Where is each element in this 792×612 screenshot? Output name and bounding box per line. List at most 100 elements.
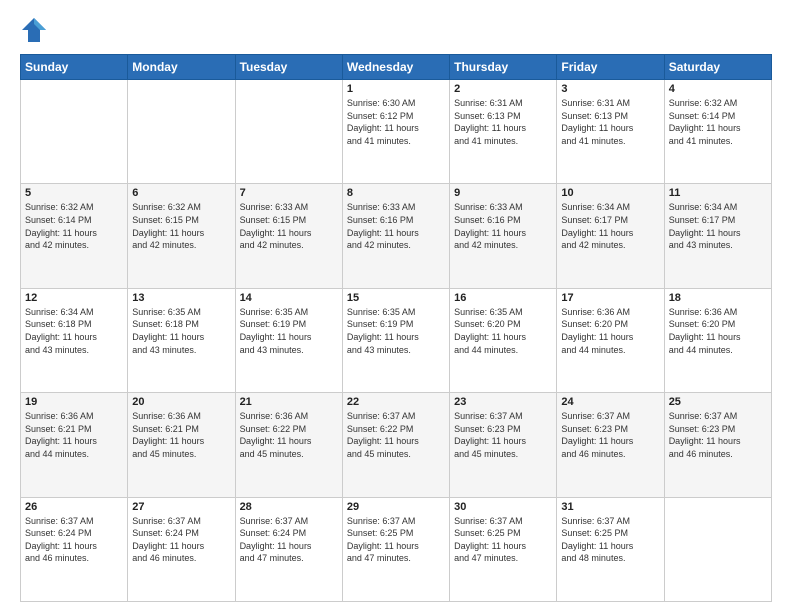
calendar-cell [21,80,128,184]
day-info: Sunrise: 6:37 AMSunset: 6:23 PMDaylight:… [561,410,659,460]
day-number: 4 [669,83,767,95]
day-number: 28 [240,501,338,513]
day-number: 21 [240,396,338,408]
calendar-cell: 22 Sunrise: 6:37 AMSunset: 6:22 PMDayligh… [342,393,449,497]
day-number: 2 [454,83,552,95]
weekday-header-thursday: Thursday [450,55,557,80]
page: SundayMondayTuesdayWednesdayThursdayFrid… [0,0,792,612]
calendar-week-row: 19 Sunrise: 6:36 AMSunset: 6:21 PMDayligh… [21,393,772,497]
calendar-cell: 6 Sunrise: 6:32 AMSunset: 6:15 PMDaylight… [128,184,235,288]
day-number: 6 [132,187,230,199]
day-info: Sunrise: 6:31 AMSunset: 6:13 PMDaylight:… [561,97,659,147]
day-info: Sunrise: 6:32 AMSunset: 6:15 PMDaylight:… [132,201,230,251]
calendar-cell: 27 Sunrise: 6:37 AMSunset: 6:24 PMDayligh… [128,497,235,601]
day-number: 17 [561,292,659,304]
calendar-table: SundayMondayTuesdayWednesdayThursdayFrid… [20,54,772,602]
calendar-cell: 13 Sunrise: 6:35 AMSunset: 6:18 PMDayligh… [128,288,235,392]
day-number: 15 [347,292,445,304]
day-info: Sunrise: 6:31 AMSunset: 6:13 PMDaylight:… [454,97,552,147]
day-number: 16 [454,292,552,304]
calendar-week-row: 1 Sunrise: 6:30 AMSunset: 6:12 PMDaylight… [21,80,772,184]
day-info: Sunrise: 6:35 AMSunset: 6:20 PMDaylight:… [454,306,552,356]
calendar-cell: 25Sunrise: 6:37 AMSunset: 6:23 PMDayligh… [664,393,771,497]
weekday-header-wednesday: Wednesday [342,55,449,80]
day-number: 18 [669,292,767,304]
day-info: Sunrise: 6:36 AMSunset: 6:20 PMDaylight:… [561,306,659,356]
day-number: 31 [561,501,659,513]
day-info: Sunrise: 6:35 AMSunset: 6:19 PMDaylight:… [240,306,338,356]
day-info: Sunrise: 6:33 AMSunset: 6:15 PMDaylight:… [240,201,338,251]
day-info: Sunrise: 6:37 AMSunset: 6:24 PMDaylight:… [25,515,123,565]
day-number: 27 [132,501,230,513]
calendar-cell: 7 Sunrise: 6:33 AMSunset: 6:15 PMDaylight… [235,184,342,288]
calendar-cell: 23Sunrise: 6:37 AMSunset: 6:23 PMDayligh… [450,393,557,497]
weekday-header-sunday: Sunday [21,55,128,80]
day-number: 30 [454,501,552,513]
day-number: 14 [240,292,338,304]
weekday-header-monday: Monday [128,55,235,80]
day-info: Sunrise: 6:37 AMSunset: 6:24 PMDaylight:… [132,515,230,565]
calendar-cell [235,80,342,184]
day-info: Sunrise: 6:37 AMSunset: 6:25 PMDaylight:… [561,515,659,565]
calendar-cell: 29 Sunrise: 6:37 AMSunset: 6:25 PMDayligh… [342,497,449,601]
header [20,16,772,44]
weekday-header-saturday: Saturday [664,55,771,80]
day-info: Sunrise: 6:37 AMSunset: 6:25 PMDaylight:… [347,515,445,565]
day-info: Sunrise: 6:34 AMSunset: 6:17 PMDaylight:… [669,201,767,251]
day-number: 11 [669,187,767,199]
calendar-cell: 8Sunrise: 6:33 AMSunset: 6:16 PMDaylight… [342,184,449,288]
calendar-cell: 31 Sunrise: 6:37 AMSunset: 6:25 PMDayligh… [557,497,664,601]
day-info: Sunrise: 6:36 AMSunset: 6:20 PMDaylight:… [669,306,767,356]
calendar-cell: 2 Sunrise: 6:31 AMSunset: 6:13 PMDaylight… [450,80,557,184]
day-number: 20 [132,396,230,408]
calendar-cell: 28 Sunrise: 6:37 AMSunset: 6:24 PMDayligh… [235,497,342,601]
day-info: Sunrise: 6:32 AMSunset: 6:14 PMDaylight:… [669,97,767,147]
calendar-cell: 5Sunrise: 6:32 AMSunset: 6:14 PMDaylight… [21,184,128,288]
day-number: 3 [561,83,659,95]
calendar-cell: 14 Sunrise: 6:35 AMSunset: 6:19 PMDayligh… [235,288,342,392]
day-info: Sunrise: 6:37 AMSunset: 6:23 PMDaylight:… [669,410,767,460]
day-number: 26 [25,501,123,513]
day-info: Sunrise: 6:36 AMSunset: 6:22 PMDaylight:… [240,410,338,460]
day-number: 1 [347,83,445,95]
calendar-week-row: 26 Sunrise: 6:37 AMSunset: 6:24 PMDayligh… [21,497,772,601]
day-info: Sunrise: 6:34 AMSunset: 6:18 PMDaylight:… [25,306,123,356]
day-number: 7 [240,187,338,199]
day-number: 13 [132,292,230,304]
day-info: Sunrise: 6:34 AMSunset: 6:17 PMDaylight:… [561,201,659,251]
weekday-header-tuesday: Tuesday [235,55,342,80]
calendar-cell [128,80,235,184]
day-info: Sunrise: 6:35 AMSunset: 6:19 PMDaylight:… [347,306,445,356]
day-info: Sunrise: 6:30 AMSunset: 6:12 PMDaylight:… [347,97,445,147]
day-number: 12 [25,292,123,304]
day-number: 5 [25,187,123,199]
day-number: 29 [347,501,445,513]
day-info: Sunrise: 6:37 AMSunset: 6:25 PMDaylight:… [454,515,552,565]
calendar-cell: 24 Sunrise: 6:37 AMSunset: 6:23 PMDayligh… [557,393,664,497]
calendar-cell: 1 Sunrise: 6:30 AMSunset: 6:12 PMDaylight… [342,80,449,184]
day-info: Sunrise: 6:37 AMSunset: 6:23 PMDaylight:… [454,410,552,460]
calendar-cell: 9 Sunrise: 6:33 AMSunset: 6:16 PMDaylight… [450,184,557,288]
calendar-cell: 11 Sunrise: 6:34 AMSunset: 6:17 PMDayligh… [664,184,771,288]
calendar-cell: 4 Sunrise: 6:32 AMSunset: 6:14 PMDaylight… [664,80,771,184]
day-info: Sunrise: 6:35 AMSunset: 6:18 PMDaylight:… [132,306,230,356]
day-info: Sunrise: 6:37 AMSunset: 6:22 PMDaylight:… [347,410,445,460]
calendar-cell: 10 Sunrise: 6:34 AMSunset: 6:17 PMDayligh… [557,184,664,288]
day-number: 24 [561,396,659,408]
calendar-week-row: 5Sunrise: 6:32 AMSunset: 6:14 PMDaylight… [21,184,772,288]
day-number: 10 [561,187,659,199]
day-number: 19 [25,396,123,408]
calendar-cell [664,497,771,601]
day-info: Sunrise: 6:37 AMSunset: 6:24 PMDaylight:… [240,515,338,565]
calendar-cell: 26 Sunrise: 6:37 AMSunset: 6:24 PMDayligh… [21,497,128,601]
calendar-cell: 20Sunrise: 6:36 AMSunset: 6:21 PMDayligh… [128,393,235,497]
day-number: 9 [454,187,552,199]
calendar-cell: 17 Sunrise: 6:36 AMSunset: 6:20 PMDayligh… [557,288,664,392]
day-number: 8 [347,187,445,199]
calendar-cell: 16 Sunrise: 6:35 AMSunset: 6:20 PMDayligh… [450,288,557,392]
weekday-header-row: SundayMondayTuesdayWednesdayThursdayFrid… [21,55,772,80]
day-info: Sunrise: 6:36 AMSunset: 6:21 PMDaylight:… [25,410,123,460]
day-info: Sunrise: 6:33 AMSunset: 6:16 PMDaylight:… [454,201,552,251]
day-number: 22 [347,396,445,408]
calendar-cell: 3 Sunrise: 6:31 AMSunset: 6:13 PMDaylight… [557,80,664,184]
